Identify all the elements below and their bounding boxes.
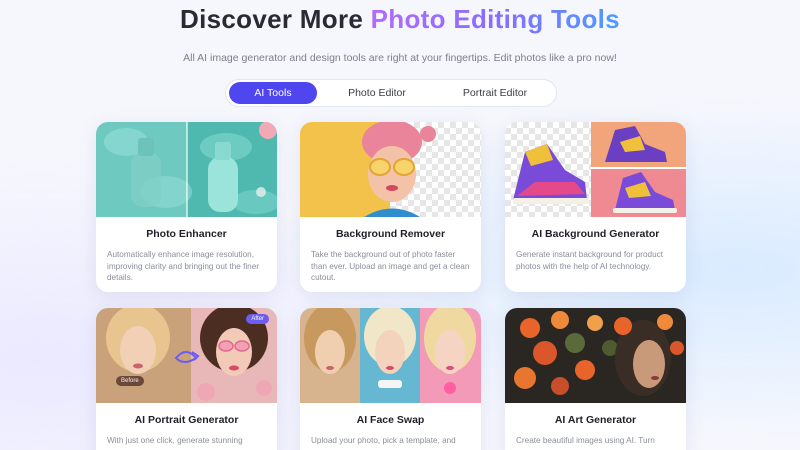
card-title: AI Background Generator — [531, 228, 660, 240]
photo-enhancer-thumbnail — [96, 122, 277, 217]
ai-face-swap-thumbnail — [300, 308, 481, 403]
card-description: Take the background out of photo faster … — [311, 250, 470, 282]
tool-card-ai-art-generator[interactable]: AI Art Generator Create beautiful images… — [505, 308, 686, 450]
card-title: Background Remover — [335, 228, 446, 240]
background-remover-thumbnail — [300, 122, 481, 217]
tool-card-photo-enhancer[interactable]: Photo Enhancer Automatically enhance ima… — [96, 122, 277, 292]
tool-card-background-remover[interactable]: Background Remover Take the background o… — [300, 122, 481, 292]
page-title: Discover More Photo Editing Tools — [0, 4, 800, 35]
page-title-plain: Discover More — [180, 4, 371, 34]
tab-ai-tools[interactable]: AI Tools — [229, 82, 317, 104]
before-badge: Before — [116, 376, 144, 386]
tool-category-tabs: AI Tools Photo Editor Portrait Editor — [225, 79, 557, 107]
card-description: With just one click, generate stunning — [107, 436, 243, 445]
page-title-highlight: Photo Editing Tools — [370, 4, 620, 34]
tool-card-ai-portrait-generator[interactable]: After Before AI Portrait Generator With … — [96, 308, 277, 450]
card-description: Automatically enhance image resolution, … — [107, 250, 260, 282]
card-title: Photo Enhancer — [146, 228, 227, 240]
ai-background-generator-thumbnail — [505, 122, 686, 217]
page-subtitle: All AI image generator and design tools … — [183, 52, 617, 64]
card-description: Create beautiful images using AI. Turn — [516, 436, 655, 445]
ai-portrait-generator-thumbnail: After Before — [96, 308, 277, 403]
tool-card-ai-face-swap[interactable]: AI Face Swap Upload your photo, pick a t… — [300, 308, 481, 450]
after-badge: After — [246, 314, 269, 324]
card-description: Upload your photo, pick a template, and — [311, 436, 456, 445]
tool-card-ai-background-generator[interactable]: AI Background Generator Generate instant… — [505, 122, 686, 292]
card-title: AI Portrait Generator — [134, 414, 239, 426]
card-title: AI Face Swap — [356, 414, 425, 426]
tab-photo-editor[interactable]: Photo Editor — [317, 82, 437, 104]
card-title: AI Art Generator — [554, 414, 637, 426]
card-description: Generate instant background for product … — [516, 250, 664, 271]
ai-art-generator-thumbnail — [505, 308, 686, 403]
tab-portrait-editor[interactable]: Portrait Editor — [437, 82, 553, 104]
